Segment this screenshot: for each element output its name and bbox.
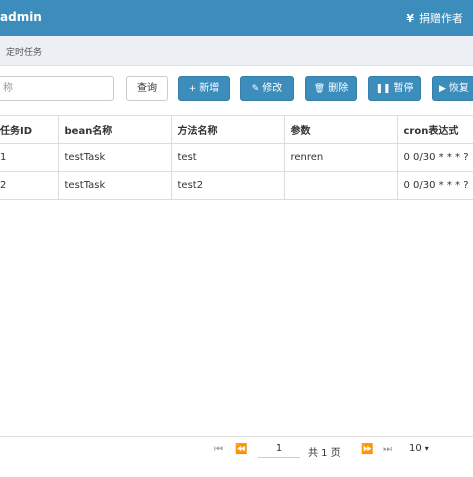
table-header-row: 任务ID bean名称 方法名称 参数 cron表达式 <box>0 116 473 144</box>
page-size-value: 10 <box>409 443 422 454</box>
cell-params: renren <box>284 143 398 172</box>
col-header-job-id[interactable]: 任务ID <box>0 116 59 144</box>
toolbar: 称 查询 + 新增 ✎ 修改 🗑 删除 ❚❚ 暂停 ▶ 恢复 <box>0 76 473 104</box>
table-row[interactable]: 1 testTask test renren 0 0/30 * * * ? <box>0 143 473 172</box>
col-header-params[interactable]: 参数 <box>284 116 398 144</box>
col-header-cron[interactable]: cron表达式 <box>397 116 473 144</box>
last-page-icon[interactable]: ⏭ <box>383 444 392 455</box>
delete-button-label: 删除 <box>328 83 349 94</box>
next-page-icon[interactable]: ⏩ <box>361 444 373 455</box>
resume-button[interactable]: ▶ 恢复 <box>432 76 473 101</box>
cell-cron: 0 0/30 * * * ? <box>397 143 473 172</box>
query-button[interactable]: 查询 <box>126 76 168 101</box>
breadcrumb: 定时任务 <box>0 36 473 66</box>
cell-job-id: 1 <box>0 143 59 172</box>
add-button[interactable]: + 新增 <box>178 76 230 101</box>
cell-job-id: 2 <box>0 171 59 200</box>
pause-button[interactable]: ❚❚ 暂停 <box>368 76 421 101</box>
cell-bean-name: testTask <box>58 143 172 172</box>
cell-method-name: test2 <box>171 171 285 200</box>
breadcrumb-current: 定时任务 <box>6 48 43 58</box>
edit-button-label: 修改 <box>262 83 283 94</box>
yen-icon: ¥ <box>406 12 414 25</box>
page-number-input[interactable]: 1 <box>258 441 300 458</box>
trash-icon: 🗑 <box>313 84 326 94</box>
first-page-icon[interactable]: ⏮ <box>214 444 223 455</box>
col-header-method-name[interactable]: 方法名称 <box>171 116 285 144</box>
edit-button[interactable]: ✎ 修改 <box>240 76 294 101</box>
delete-button[interactable]: 🗑 删除 <box>305 76 357 101</box>
donate-link[interactable]: ¥ 捐赠作者 <box>406 10 463 26</box>
prev-page-icon[interactable]: ⏪ <box>235 444 247 455</box>
page-size-select[interactable]: 10 ▾ <box>409 443 429 454</box>
total-pages-text: 共 1 页 <box>308 448 341 459</box>
chevron-down-icon: ▾ <box>424 444 429 453</box>
cell-bean-name: testTask <box>58 171 172 200</box>
job-table: 任务ID bean名称 方法名称 参数 cron表达式 1 testTask t… <box>0 115 473 437</box>
donate-label: 捐赠作者 <box>419 12 463 25</box>
edit-icon: ✎ <box>251 84 260 94</box>
col-header-bean-name[interactable]: bean名称 <box>58 116 172 144</box>
search-input[interactable]: 称 <box>0 76 114 101</box>
play-icon: ▶ <box>439 84 446 94</box>
plus-icon: + <box>188 84 197 94</box>
top-navbar: admin ¥ 捐赠作者 <box>0 0 473 36</box>
cell-cron: 0 0/30 * * * ? <box>397 171 473 200</box>
pagination-bar: ⏮ ⏪ 1 共 1 页 ⏩ ⏭ 10 ▾ <box>0 436 473 464</box>
brand-title[interactable]: admin <box>0 10 42 24</box>
add-button-label: 新增 <box>199 83 220 94</box>
pause-button-label: 暂停 <box>393 83 414 94</box>
cell-params <box>284 171 398 200</box>
pause-icon: ❚❚ <box>375 84 391 94</box>
cell-method-name: test <box>171 143 285 172</box>
table-row[interactable]: 2 testTask test2 0 0/30 * * * ? <box>0 171 473 200</box>
resume-button-label: 恢复 <box>448 83 469 94</box>
